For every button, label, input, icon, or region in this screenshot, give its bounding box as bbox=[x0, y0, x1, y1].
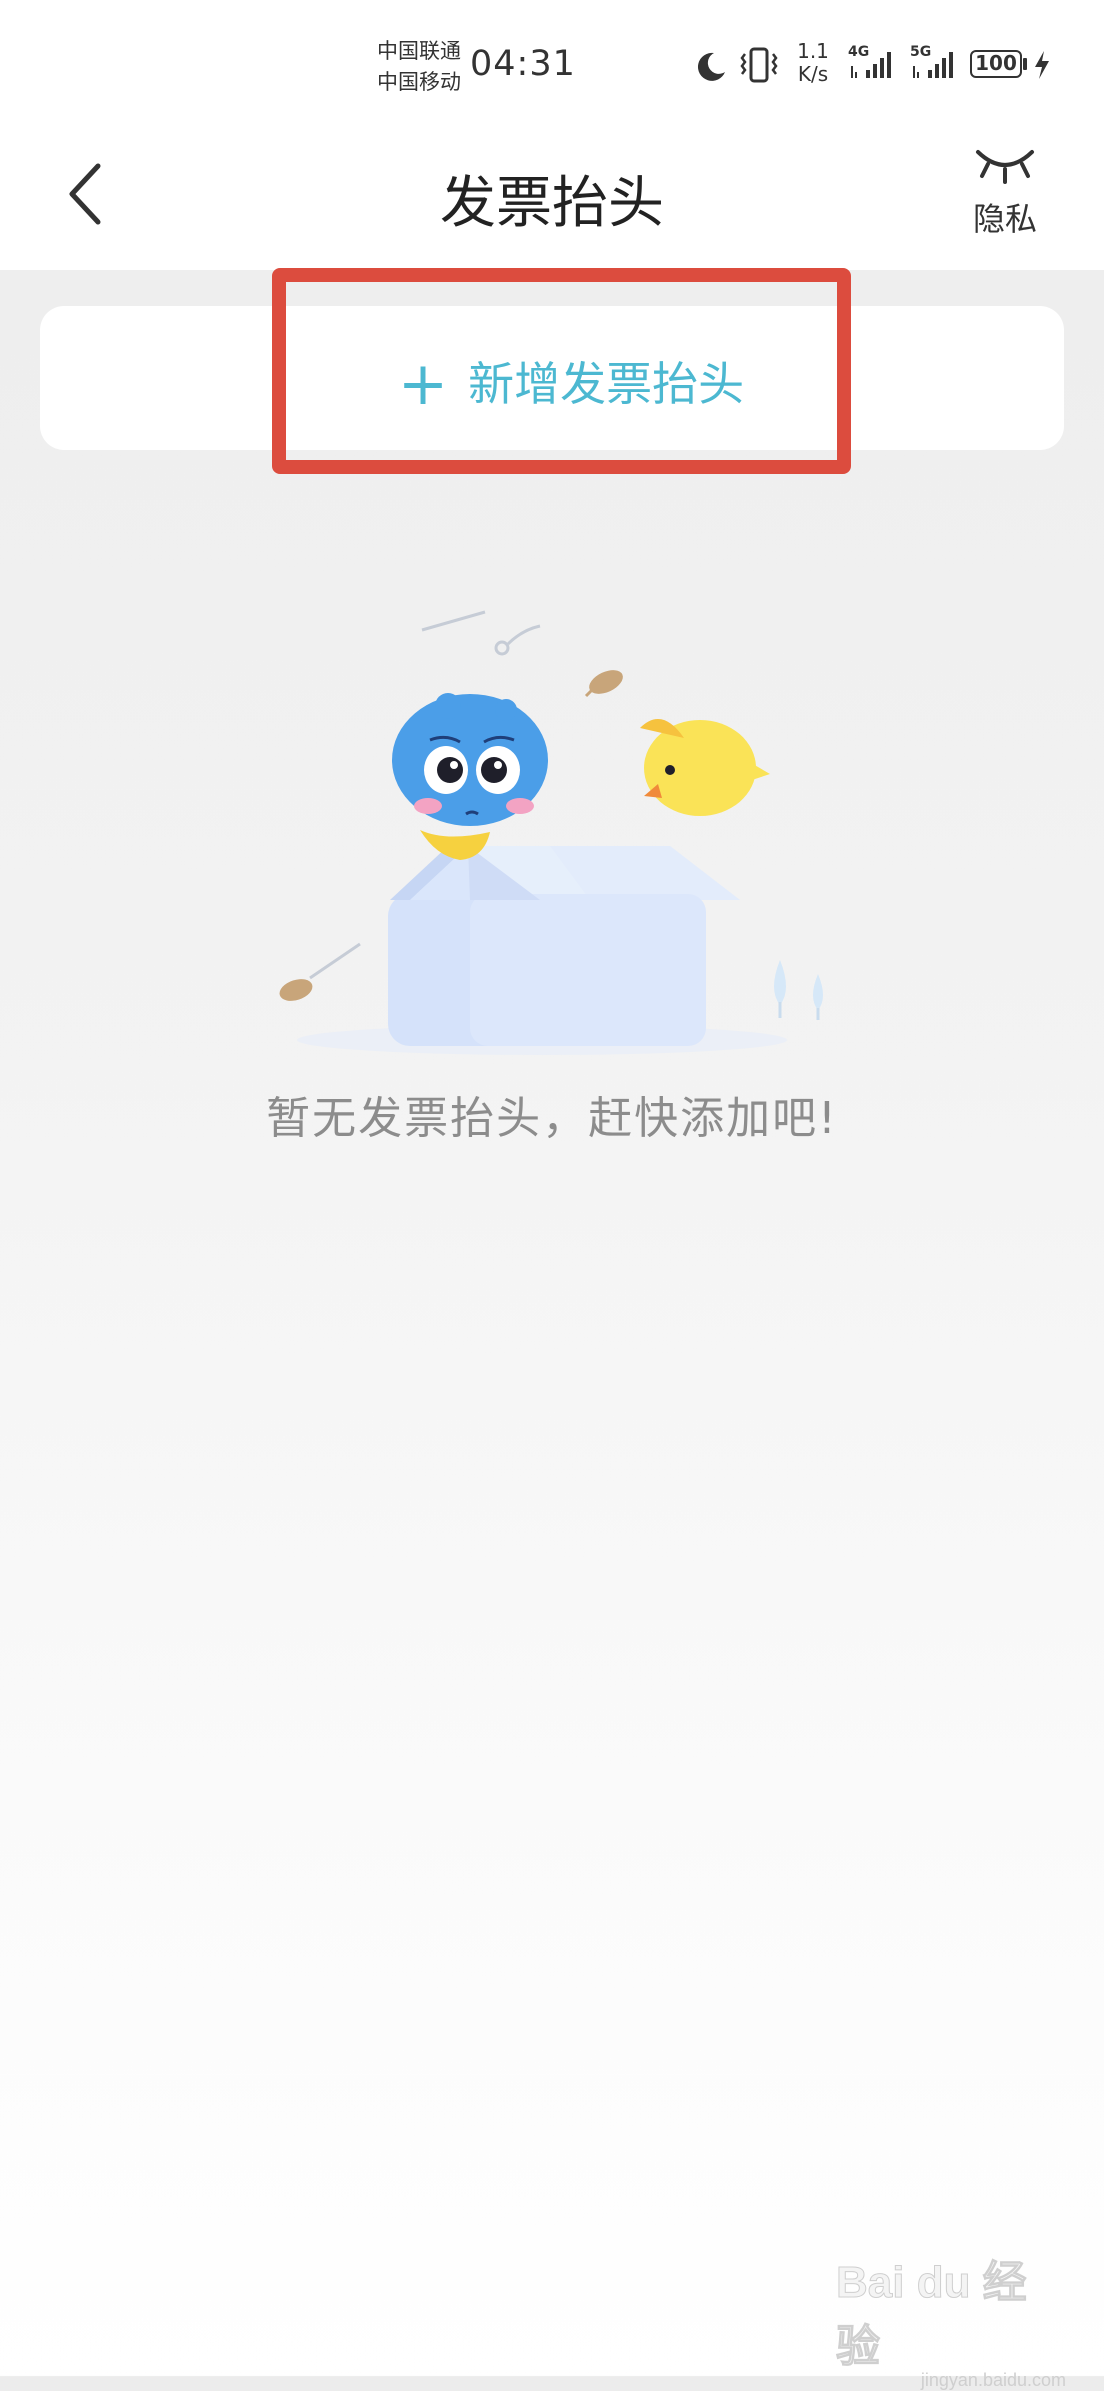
clock: 04:31 bbox=[470, 44, 576, 84]
add-invoice-title-button[interactable]: + 新增发票抬头 bbox=[40, 306, 1064, 450]
status-bar: 中国联通 中国移动 04:31 1.1 K/s 4G 5G 100 bbox=[0, 0, 1104, 130]
empty-state-message: 暂无发票抬头，赶快添加吧! bbox=[266, 1093, 838, 1144]
moon-icon bbox=[697, 52, 725, 81]
network-speed: 1.1 K/s bbox=[790, 40, 836, 86]
header-bar: 发票抬头 隐私 bbox=[0, 130, 1104, 270]
battery-icon: 100 bbox=[970, 50, 1022, 78]
page-title: 发票抬头 bbox=[440, 171, 664, 236]
mascot-in-box-illustration bbox=[279, 610, 823, 1055]
watermark-main: Bai du 经验 bbox=[836, 2258, 1028, 2372]
carrier-1: 中国联通 bbox=[377, 39, 461, 63]
battery-cap bbox=[1023, 58, 1027, 70]
carrier-names: 中国联通 中国移动 bbox=[377, 36, 461, 98]
signal-icon bbox=[851, 52, 891, 78]
add-invoice-title-label: + 新增发票抬头 bbox=[40, 348, 1064, 414]
vibrate-icon bbox=[740, 47, 778, 83]
carrier-2: 中国移动 bbox=[377, 70, 461, 94]
speed-value: 1.1 bbox=[797, 39, 829, 63]
closed-eye-icon bbox=[976, 150, 1034, 184]
baidu-jingyan-watermark: Bai du 经验 jingyan.baidu.com bbox=[836, 2246, 1067, 2391]
signal-icon bbox=[913, 52, 953, 78]
privacy-label: 隐私 bbox=[972, 200, 1037, 238]
plus-icon: + bbox=[397, 349, 449, 419]
privacy-button[interactable]: 隐私 bbox=[960, 144, 1050, 254]
speed-unit: K/s bbox=[797, 62, 829, 86]
add-invoice-title-text: 新增发票抬头 bbox=[468, 357, 745, 411]
charging-icon bbox=[1035, 51, 1049, 79]
